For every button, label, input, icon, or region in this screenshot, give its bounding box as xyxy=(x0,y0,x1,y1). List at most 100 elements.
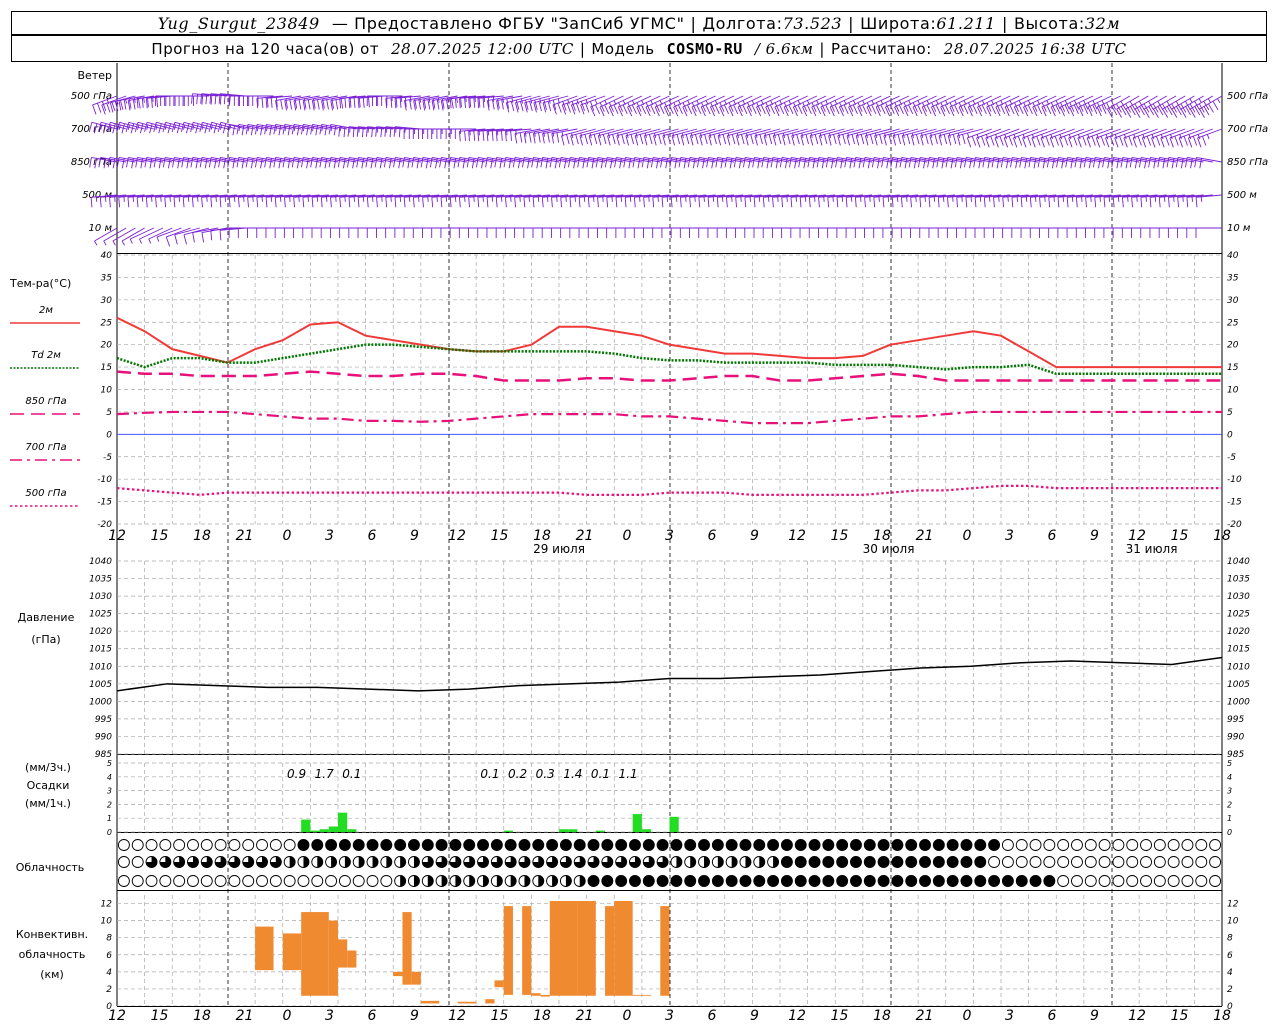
wind-barb-feather xyxy=(566,102,571,113)
temp-ytick-left: 25 xyxy=(101,318,113,328)
pres-ytick-right: 990 xyxy=(1227,732,1244,742)
cloud-symbol xyxy=(808,875,821,887)
wind-barb xyxy=(791,128,817,146)
cloud-symbol-outline xyxy=(1153,856,1166,868)
wind-barb xyxy=(412,227,440,238)
wind-barb-feather xyxy=(965,197,968,208)
wind-barb-shaft xyxy=(121,227,145,242)
cloud-symbol-outline xyxy=(159,875,172,887)
wind-barb-feather xyxy=(145,197,148,208)
wind-barb-half-feather xyxy=(137,124,140,130)
wind-barb-feather xyxy=(621,134,625,145)
cloud-symbol xyxy=(780,875,793,887)
cloud-symbol-fill xyxy=(919,856,931,868)
cloud-symbol xyxy=(850,839,862,851)
wind-barb-feather xyxy=(561,135,565,146)
wind-barb-feather xyxy=(1131,197,1133,208)
cloud-symbol-outline xyxy=(1140,875,1152,887)
wind-barb xyxy=(329,227,357,238)
cloud-symbol xyxy=(256,875,268,887)
precip-3h-label: 0.9 xyxy=(287,767,306,781)
wind-barb-feather xyxy=(783,102,789,112)
wind-barb-feather xyxy=(510,130,512,141)
prec-label-1h: (мм/1ч.) xyxy=(25,797,71,810)
cloud-symbol xyxy=(656,875,669,887)
temp-legend-label: Td 2м xyxy=(31,350,61,361)
cloud-symbol xyxy=(283,839,296,851)
cloud-symbol xyxy=(725,856,738,868)
cloud-symbol xyxy=(159,839,172,851)
wind-barb-feather xyxy=(399,97,402,108)
cloud-symbol xyxy=(394,875,407,887)
cloud-symbol xyxy=(1126,839,1139,851)
wind-barb-feather xyxy=(101,104,106,115)
cloud-symbol-outline xyxy=(256,875,268,887)
wind-barb-feather xyxy=(1002,197,1005,208)
wind-barb-feather xyxy=(468,131,470,142)
pres-ytick-left: 995 xyxy=(95,715,112,725)
wind-barb-feather xyxy=(1013,106,1019,117)
wind-barb-feather xyxy=(1092,100,1098,110)
wind-barb-feather xyxy=(362,97,365,108)
wind-barb-feather xyxy=(566,134,570,145)
wind-barb-feather xyxy=(201,232,205,243)
cloud-symbol-fill xyxy=(510,875,517,887)
wind-barb xyxy=(965,227,992,238)
cloud-symbol xyxy=(932,856,945,868)
wind-barb-half-feather xyxy=(155,124,158,130)
wind-barb-feather xyxy=(348,197,351,208)
wind-barb-feather xyxy=(806,104,812,115)
wind-barb xyxy=(643,227,670,238)
wind-barb xyxy=(578,227,606,238)
wind-barb-feather xyxy=(1202,135,1207,146)
wind-barb-feather xyxy=(403,197,406,208)
wind-barb-feather xyxy=(219,94,222,105)
cloud-symbol-fill xyxy=(739,839,751,851)
cloud-symbol-outline xyxy=(1209,856,1222,868)
wind-barb-feather xyxy=(1055,100,1061,110)
wind-barb-feather xyxy=(473,130,476,141)
cloud-symbol xyxy=(504,839,517,851)
precip-bar xyxy=(568,829,578,832)
cloud-symbol xyxy=(1181,875,1194,887)
wind-barb xyxy=(1158,227,1186,238)
wind-barb-feather xyxy=(505,197,507,208)
cloud-symbol-fill xyxy=(339,839,351,851)
cloud-symbol xyxy=(325,839,338,851)
cloud-symbol xyxy=(1112,839,1125,851)
cloud-symbol-fill xyxy=(394,839,406,851)
cloud-symbol-fill xyxy=(1016,875,1028,887)
cloud-symbol xyxy=(725,875,738,887)
wind-barb-feather xyxy=(191,93,193,104)
wind-barb-feather xyxy=(815,104,822,115)
conv-ytick-right: 2 xyxy=(1227,985,1233,995)
wind-barb-half-feather xyxy=(594,99,598,105)
bottom-time-tick-label: 18 xyxy=(193,1008,211,1024)
cloud-symbol-fill xyxy=(538,875,544,887)
wind-barb-feather xyxy=(691,106,697,117)
wind-barb-feather xyxy=(486,197,489,208)
wind-barb-feather xyxy=(469,97,472,108)
wind-barb-feather xyxy=(1120,106,1127,116)
time-tick-label: 18 xyxy=(1213,528,1231,544)
wind-barb-feather xyxy=(136,197,139,208)
wind-barb xyxy=(809,128,836,146)
cloud-symbol-fill xyxy=(483,875,489,887)
wind-barb-feather xyxy=(1143,108,1150,118)
cloud-symbol-fill xyxy=(303,856,309,868)
wind-barb-half-feather xyxy=(456,97,458,103)
prec-ytick-right: 1 xyxy=(1227,814,1232,823)
wind-barb-feather xyxy=(836,197,839,208)
cloud-symbol xyxy=(131,839,144,851)
cloud-symbol-fill xyxy=(491,839,503,851)
cloud-symbol xyxy=(891,856,904,868)
wind-barb-feather xyxy=(845,197,848,208)
wind-barb-feather xyxy=(741,134,745,145)
wind-barb xyxy=(173,95,200,106)
cloud-symbol-fill xyxy=(822,839,834,851)
time-tick-label: 12 xyxy=(788,528,806,544)
cloud-symbol xyxy=(435,839,448,851)
bottom-time-tick-label: 12 xyxy=(448,1008,466,1024)
wind-barb-feather xyxy=(454,97,457,108)
wind-barb-feather xyxy=(843,104,849,115)
